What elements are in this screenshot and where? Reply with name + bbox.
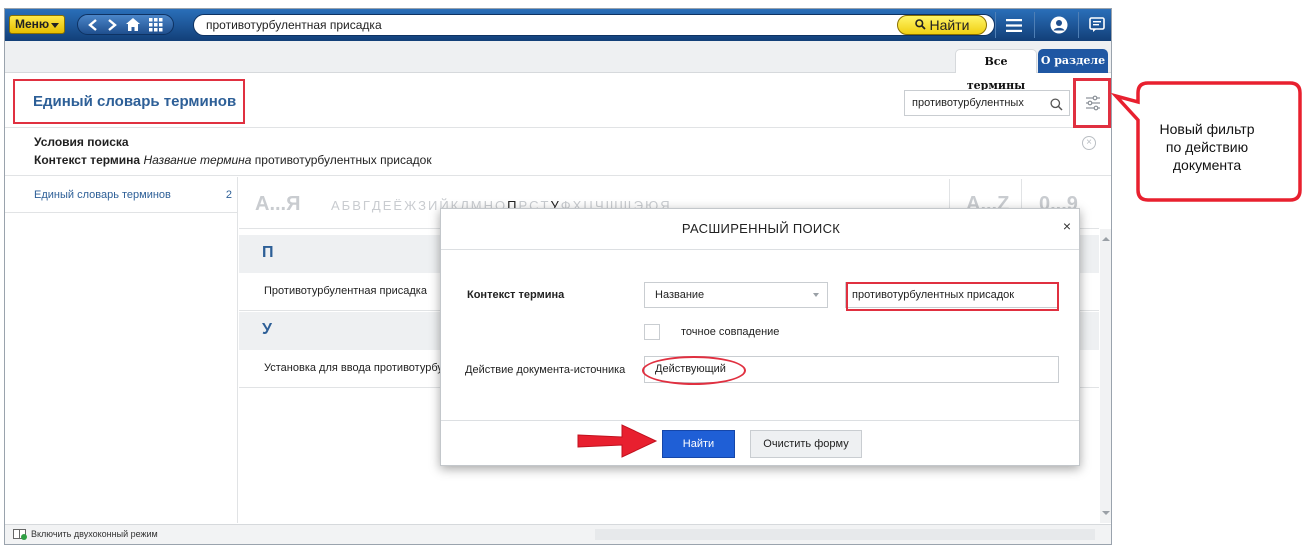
two-window-toggle[interactable]: Включить двухоконный режим <box>31 529 158 539</box>
user-profile-icon[interactable] <box>1047 15 1071 35</box>
cyrillic-range-button[interactable]: А...Я <box>255 193 301 216</box>
advanced-search-dialog: РАСШИРЕННЫЙ ПОИСК × Контекст термина Наз… <box>440 208 1080 466</box>
status-bar: Включить двухоконный режим <box>5 524 1111 544</box>
callout-line: документа <box>1172 157 1242 173</box>
scroll-down-icon[interactable] <box>1102 511 1110 515</box>
action-highlight-ellipse <box>642 356 746 385</box>
back-arrow-icon[interactable] <box>88 18 98 31</box>
filter-highlight-frame <box>1073 78 1111 128</box>
alphabet-letter[interactable]: А <box>331 198 341 213</box>
top-find-button[interactable]: Найти <box>897 15 987 35</box>
app-root: Меню противотурбулентная присадка Найти … <box>0 0 1303 545</box>
dictionary-search-value: противотурбулентных <box>912 97 1024 109</box>
chevron-down-icon <box>51 23 59 28</box>
context-mode-select[interactable]: Название <box>644 282 828 308</box>
menu-button[interactable]: Меню <box>9 15 65 34</box>
sidebar-item-count: 2 <box>225 189 232 201</box>
conditions-summary: Контекст термина Название термина против… <box>34 153 432 167</box>
exact-match-label: точное совпадение <box>681 326 780 338</box>
tab-row: Все термины О разделе <box>5 41 1111 92</box>
dialog-footer-divider <box>441 420 1079 421</box>
status-panel <box>595 529 1095 540</box>
callout-text: Новый фильтр по действию документа <box>1148 120 1266 174</box>
context-label: Контекст термина <box>467 289 565 301</box>
group-letter: П <box>262 244 274 261</box>
exact-match-checkbox[interactable] <box>644 324 660 340</box>
page-header: Единый словарь терминов противотурбулент… <box>5 74 1111 128</box>
alphabet-letter[interactable]: Е <box>383 198 393 213</box>
find-button[interactable]: Найти <box>662 430 735 458</box>
group-letter: У <box>262 321 272 338</box>
forward-arrow-icon[interactable] <box>107 18 117 31</box>
title-highlight-frame <box>13 79 245 124</box>
search-icon[interactable] <box>1050 96 1063 120</box>
chat-message-icon[interactable] <box>1085 15 1109 35</box>
sidebar-item-dictionary[interactable]: Единый словарь терминов 2 <box>5 177 238 213</box>
conditions-field-value: противотурбулентных присадок <box>254 153 432 167</box>
conditions-field-mode: Название термина <box>143 153 252 167</box>
conditions-title: Условия поиска <box>34 135 129 149</box>
term-link[interactable]: Противотурбулентная присадка <box>264 285 427 297</box>
clear-form-button[interactable]: Очистить форму <box>750 430 862 458</box>
top-toolbar: Меню противотурбулентная присадка Найти <box>5 9 1111 41</box>
clear-conditions-icon[interactable]: × <box>1082 136 1096 150</box>
callout-line: Новый фильтр <box>1159 121 1255 137</box>
close-icon[interactable]: × <box>1063 218 1071 234</box>
term-highlight-frame <box>846 282 1059 311</box>
toolbar-separator <box>995 12 996 38</box>
vertical-scrollbar[interactable] <box>1100 229 1111 523</box>
toolbar-separator <box>1034 12 1035 38</box>
tab-all-terms[interactable]: Все термины <box>955 49 1037 92</box>
search-icon <box>914 19 926 30</box>
chevron-down-icon <box>813 293 819 297</box>
alphabet-letter[interactable]: Г <box>363 198 371 213</box>
red-arrow-icon <box>577 424 658 458</box>
alphabet-letter[interactable]: Б <box>342 198 352 213</box>
tab-about-section[interactable]: О разделе <box>1038 49 1108 73</box>
sidebar-item-label: Единый словарь терминов <box>34 189 171 201</box>
toolbar-separator <box>1078 12 1079 38</box>
scroll-up-icon[interactable] <box>1102 237 1110 241</box>
alphabet-letter[interactable]: Ж <box>404 198 417 213</box>
dialog-divider <box>441 249 1079 250</box>
callout-line: по действию <box>1165 139 1249 155</box>
two-window-icon[interactable] <box>13 529 27 543</box>
conditions-field-label: Контекст термина <box>34 153 141 167</box>
action-label: Действие документа-источника <box>465 364 626 376</box>
context-mode-value: Название <box>655 289 705 301</box>
sidebar: Единый словарь терминов 2 <box>5 177 238 523</box>
hamburger-menu-icon[interactable] <box>1002 15 1026 35</box>
dictionary-search-input[interactable]: противотурбулентных <box>904 90 1070 116</box>
grid-apps-icon[interactable] <box>148 17 163 32</box>
search-conditions: Условия поиска Контекст термина Название… <box>5 129 1111 176</box>
alphabet-letter[interactable]: В <box>352 198 362 213</box>
alphabet-letter[interactable]: Ё <box>393 198 403 213</box>
alphabet-letter[interactable]: Д <box>372 198 382 213</box>
top-search-input[interactable]: противотурбулентная присадка <box>193 14 995 36</box>
alphabet-letter[interactable]: И <box>428 198 438 213</box>
home-icon[interactable] <box>125 18 140 31</box>
alphabet-letter[interactable]: З <box>418 198 427 213</box>
top-find-label: Найти <box>929 17 970 33</box>
menu-label: Меню <box>15 17 50 31</box>
nav-group <box>77 14 174 35</box>
dialog-title: РАСШИРЕННЫЙ ПОИСК <box>681 221 841 236</box>
